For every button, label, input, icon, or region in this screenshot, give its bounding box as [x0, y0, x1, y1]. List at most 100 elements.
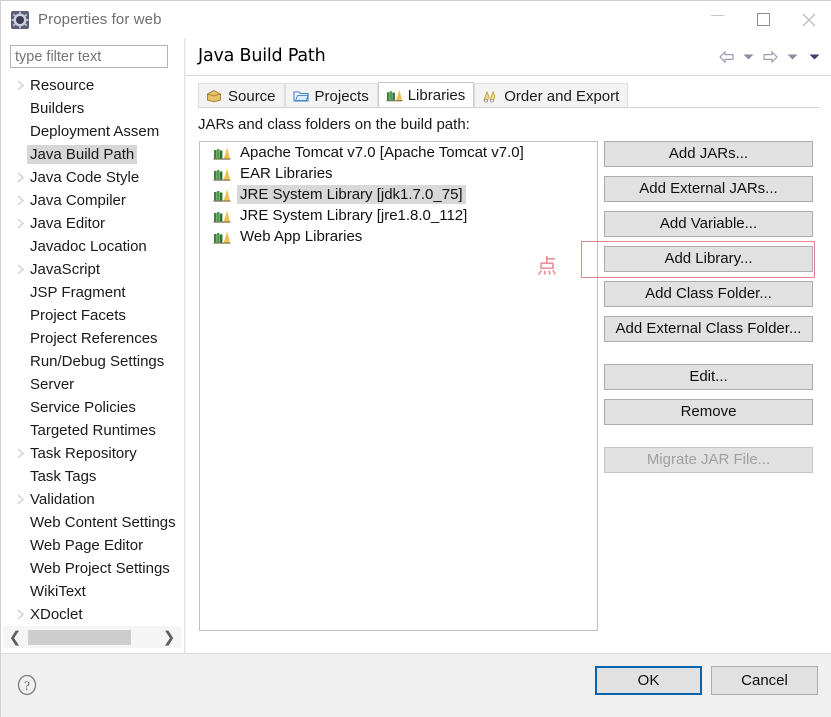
chevron-right-icon[interactable]: [13, 448, 27, 459]
back-arrow-icon[interactable]: [717, 48, 736, 66]
chevron-right-icon[interactable]: [13, 609, 27, 619]
sidebar-item-project-facets[interactable]: Project Facets: [1, 304, 185, 327]
sidebar-item-xdoclet[interactable]: XDoclet: [1, 603, 185, 619]
window-controls: [694, 1, 831, 38]
sidebar-item-web-page-editor[interactable]: Web Page Editor: [1, 534, 185, 557]
tab-source[interactable]: Source: [198, 83, 285, 108]
sidebar-item-label: Web Content Settings: [30, 514, 176, 531]
window-title: Properties for web: [38, 11, 162, 28]
sidebar-item-label: Javadoc Location: [30, 238, 147, 255]
sidebar-item-java-compiler[interactable]: Java Compiler: [1, 189, 185, 212]
sidebar-horizontal-scrollbar[interactable]: ❮ ❯: [3, 626, 181, 648]
add-external-jars-button[interactable]: Add External JARs...: [604, 176, 813, 202]
view-menu-icon[interactable]: [805, 48, 824, 66]
library-label: Apache Tomcat v7.0 [Apache Tomcat v7.0]: [240, 144, 524, 161]
tab-label: Order and Export: [504, 87, 620, 105]
sidebar-item-wikitext[interactable]: WikiText: [1, 580, 185, 603]
ok-button[interactable]: OK: [595, 666, 702, 695]
add-library-button[interactable]: Add Library...: [604, 246, 813, 272]
library-list-item[interactable]: Web App Libraries: [200, 226, 597, 247]
add-jars-button[interactable]: Add JARs...: [604, 141, 813, 167]
sidebar-item-resource[interactable]: Resource: [1, 74, 185, 97]
chevron-right-icon[interactable]: [13, 264, 27, 275]
sidebar-item-task-repository[interactable]: Task Repository: [1, 442, 185, 465]
chevron-left-icon[interactable]: ❮: [3, 626, 27, 648]
cancel-button[interactable]: Cancel: [711, 666, 818, 695]
library-list-item[interactable]: Apache Tomcat v7.0 [Apache Tomcat v7.0]: [200, 142, 597, 163]
sidebar-item-label: Service Policies: [30, 399, 136, 416]
sidebar-item-label: Java Build Path: [27, 145, 138, 164]
libraries-books-icon: [386, 88, 403, 103]
sidebar-item-service-policies[interactable]: Service Policies: [1, 396, 185, 419]
pane-divider: [184, 38, 185, 653]
sidebar-item-label: JavaScript: [30, 261, 101, 278]
sidebar-item-targeted-runtimes[interactable]: Targeted Runtimes: [1, 419, 185, 442]
add-variable-button[interactable]: Add Variable...: [604, 211, 813, 237]
sidebar-item-label: Server: [30, 376, 75, 393]
settings-tree[interactable]: Resource Builders Deployment Assem Java Bui…: [1, 74, 185, 619]
annotation-marker: 点: [537, 254, 557, 278]
chevron-right-icon[interactable]: [13, 195, 27, 206]
svg-text:?: ?: [24, 678, 30, 693]
add-external-class-folder-button[interactable]: Add External Class Folder...: [604, 316, 813, 342]
close-icon[interactable]: [786, 1, 831, 38]
sidebar-item-web-content-settings[interactable]: Web Content Settings: [1, 511, 185, 534]
remove-button[interactable]: Remove: [604, 399, 813, 425]
library-list-item[interactable]: JRE System Library [jdk1.7.0_75]: [200, 184, 597, 205]
scrollbar-track[interactable]: [131, 626, 157, 648]
sidebar-item-label: Targeted Runtimes: [30, 422, 156, 439]
library-label: EAR Libraries: [240, 165, 333, 182]
back-dropdown-icon[interactable]: [739, 48, 758, 66]
tab-label: Source: [228, 87, 276, 105]
sidebar-item-label: Java Editor: [30, 215, 106, 232]
library-label: JRE System Library [jdk1.7.0_75]: [237, 185, 466, 204]
chevron-right-icon[interactable]: [13, 494, 27, 505]
sidebar-item-label: WikiText: [30, 583, 86, 600]
tab-libraries[interactable]: Libraries: [377, 82, 475, 108]
sidebar-item-validation[interactable]: Validation: [1, 488, 185, 511]
help-question-icon[interactable]: ?: [15, 673, 39, 697]
sidebar-item-task-tags[interactable]: Task Tags: [1, 465, 185, 488]
sidebar-item-javascript[interactable]: JavaScript: [1, 258, 185, 281]
sidebar-item-label: Java Compiler: [30, 192, 126, 209]
library-list-item[interactable]: JRE System Library [jre1.8.0_112]: [200, 205, 597, 226]
sidebar-item-javadoc-location[interactable]: Javadoc Location: [1, 235, 185, 258]
chevron-right-icon[interactable]: [13, 172, 27, 183]
chevron-right-icon[interactable]: [13, 80, 27, 91]
forward-arrow-icon[interactable]: [761, 48, 780, 66]
sidebar-item-java-build-path[interactable]: Java Build Path: [1, 143, 185, 166]
library-books-icon: [213, 188, 231, 202]
minimize-icon[interactable]: [694, 1, 740, 38]
sidebar-item-label: Run/Debug Settings: [30, 353, 165, 370]
sidebar-item-builders[interactable]: Builders: [1, 97, 185, 120]
tab-order-and-export[interactable]: Order and Export: [474, 83, 629, 108]
edit-button[interactable]: Edit...: [604, 364, 813, 390]
forward-dropdown-icon[interactable]: [783, 48, 802, 66]
sidebar-item-java-code-style[interactable]: Java Code Style: [1, 166, 185, 189]
sidebar-item-label: Resource: [30, 77, 95, 94]
libraries-list[interactable]: Apache Tomcat v7.0 [Apache Tomcat v7.0] E…: [199, 141, 598, 631]
content-pane: Java Build Path Source Projects Librarie…: [186, 38, 831, 653]
sidebar-item-server[interactable]: Server: [1, 373, 185, 396]
sidebar-item-project-references[interactable]: Project References: [1, 327, 185, 350]
sidebar-item-run-debug-settings[interactable]: Run/Debug Settings: [1, 350, 185, 373]
chevron-right-icon[interactable]: ❯: [157, 626, 181, 648]
library-list-item[interactable]: EAR Libraries: [200, 163, 597, 184]
scrollbar-thumb[interactable]: [28, 629, 131, 645]
migrate-jar-file-button: Migrate JAR File...: [604, 447, 813, 473]
build-path-tabs: Source Projects Libraries Order and Export: [198, 82, 629, 108]
filter-input[interactable]: [10, 45, 168, 68]
add-class-folder-button[interactable]: Add Class Folder...: [604, 281, 813, 307]
library-books-icon: [213, 209, 231, 223]
sidebar-item-deployment-assem[interactable]: Deployment Assem: [1, 120, 185, 143]
sidebar-item-label: Builders: [30, 100, 85, 117]
tab-projects[interactable]: Projects: [284, 83, 378, 108]
chevron-right-icon[interactable]: [13, 218, 27, 229]
sidebar-item-java-editor[interactable]: Java Editor: [1, 212, 185, 235]
projects-folder-icon: [292, 89, 310, 104]
navigation-toolbar: [717, 48, 824, 66]
section-label: JARs and class folders on the build path…: [198, 116, 470, 133]
maximize-icon[interactable]: [740, 1, 786, 38]
sidebar-item-jsp-fragment[interactable]: JSP Fragment: [1, 281, 185, 304]
sidebar-item-web-project-settings[interactable]: Web Project Settings: [1, 557, 185, 580]
